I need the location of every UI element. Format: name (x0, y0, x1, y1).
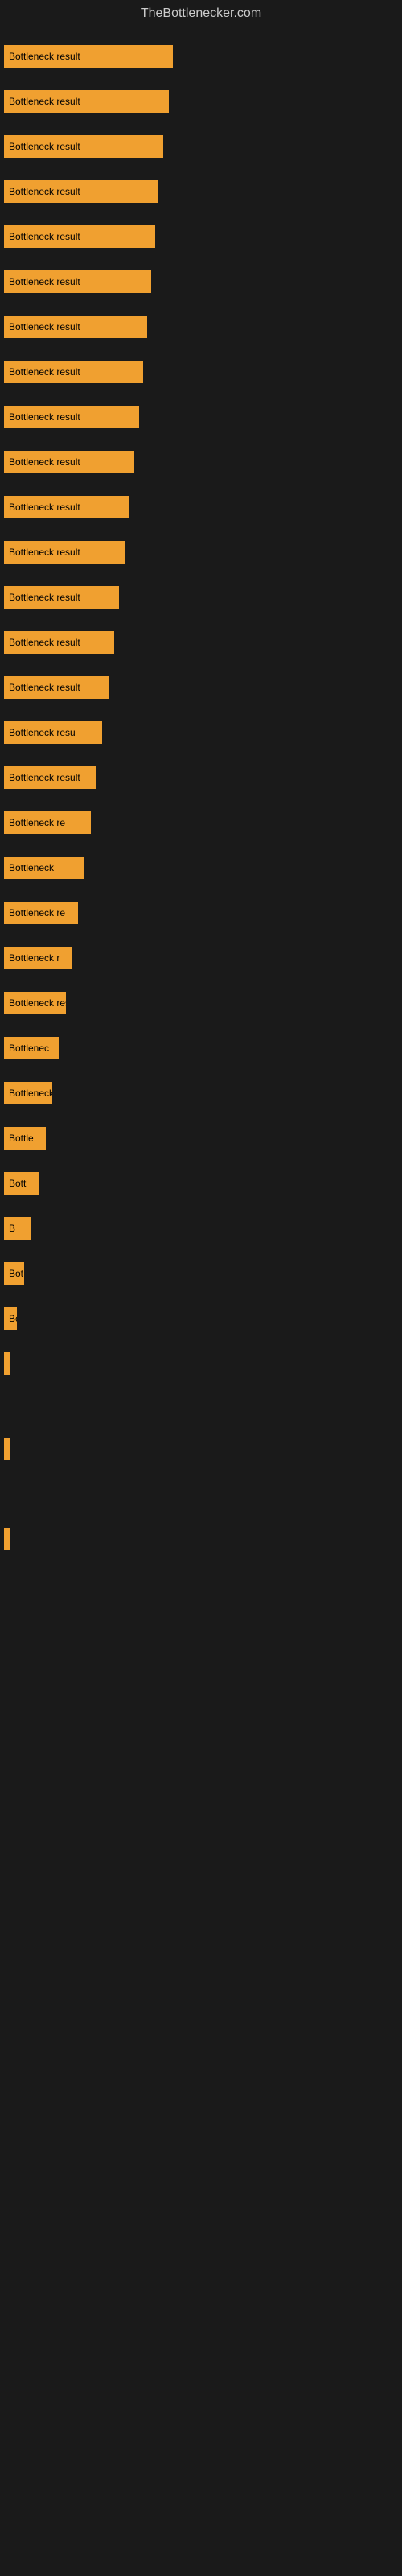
bar-row: Bottle (4, 1125, 398, 1151)
bar-label: B (9, 1223, 15, 1234)
bar-label: Bottleneck result (9, 502, 80, 513)
bar-item: Bottleneck result (4, 135, 163, 158)
bar-label: Bottleneck resu (9, 727, 76, 738)
bar-item: Bottlenec (4, 1037, 59, 1059)
bar-item: Bottleneck result (4, 496, 129, 518)
bar-label: Bottleneck result (9, 456, 80, 468)
bar-item: Bottler (4, 1307, 17, 1330)
bar-row: Bottleneck result (4, 539, 398, 565)
bar-item: Bott (4, 1172, 39, 1195)
bar-row: Bottleneck re (4, 1080, 398, 1106)
thin-bar-2 (4, 1528, 398, 1550)
bar-item: Bottleneck result (4, 676, 109, 699)
bar-item: Bottleneck result (4, 270, 151, 293)
bar-row: Bottleneck resu (4, 720, 398, 745)
bar-label: B (9, 1358, 10, 1369)
bar-row: Bottleneck r (4, 945, 398, 971)
bar-label: Bottleneck result (9, 592, 80, 603)
bar-row: Bottleneck result (4, 584, 398, 610)
bar-label: Bottlenec (9, 1042, 49, 1054)
bar-label: Bottleneck resu (9, 997, 66, 1009)
bar-item: Bottleneck (4, 857, 84, 879)
bar-label: Bottleneck result (9, 547, 80, 558)
bar-row: Bottleneck result (4, 494, 398, 520)
site-title: TheBottlenecker.com (0, 0, 402, 27)
bar-label: Bottleneck re (9, 817, 65, 828)
bar-item: Bottleneck resu (4, 992, 66, 1014)
bar-item: Bot (4, 1262, 24, 1285)
thin-bar-1 (4, 1438, 398, 1460)
bar-row: Bottleneck (4, 855, 398, 881)
bar-label: Bottleneck r (9, 952, 59, 964)
bar-row: Bottleneck result (4, 43, 398, 69)
bar-row: Bottleneck resu (4, 990, 398, 1016)
bar-row: Bottlenec (4, 1035, 398, 1061)
bar-label: Bottleneck result (9, 772, 80, 783)
bar-label: Bottleneck result (9, 276, 80, 287)
bar-label: Bottleneck result (9, 51, 80, 62)
bar-row: Bottleneck re (4, 900, 398, 926)
bar-row: Bottleneck result (4, 179, 398, 204)
bar-item: Bottleneck re (4, 902, 78, 924)
bar-item: Bottleneck result (4, 90, 169, 113)
bar-row: Bot (4, 1261, 398, 1286)
bar-row: Bottleneck result (4, 134, 398, 159)
bar-item: Bottleneck result (4, 45, 173, 68)
bar-item: Bottleneck result (4, 586, 119, 609)
bar-item: Bottleneck re (4, 811, 91, 834)
bar-row: Bottleneck result (4, 630, 398, 655)
bar-label: Bottler (9, 1313, 17, 1324)
bar-label: Bottleneck (9, 862, 54, 873)
bar-label: Bottleneck re (9, 907, 65, 919)
bar-label: Bottleneck result (9, 411, 80, 423)
bar-label: Bottleneck re (9, 1088, 52, 1099)
bar-label: Bottleneck result (9, 186, 80, 197)
bar-row: Bottleneck result (4, 89, 398, 114)
bar-label: Bottleneck result (9, 231, 80, 242)
bar-row: Bottleneck result (4, 404, 398, 430)
bar-label: Bottleneck result (9, 682, 80, 693)
bar-row: Bott (4, 1170, 398, 1196)
bar-row: Bottleneck result (4, 269, 398, 295)
bar-label: Bottleneck result (9, 366, 80, 378)
bar-row: Bottleneck result (4, 675, 398, 700)
bar-item: Bottle (4, 1127, 46, 1150)
bar-row: B (4, 1351, 398, 1377)
bar-item: Bottleneck result (4, 406, 139, 428)
bar-item: Bottleneck result (4, 766, 96, 789)
bar-item: Bottleneck result (4, 225, 155, 248)
bar-label: Bott (9, 1178, 26, 1189)
bar-label: Bottleneck result (9, 321, 80, 332)
bar-item: B (4, 1352, 10, 1375)
bar-row: Bottleneck result (4, 449, 398, 475)
bar-label: Bottleneck result (9, 141, 80, 152)
bar-item: Bottleneck result (4, 316, 147, 338)
bar-row: Bottler (4, 1306, 398, 1331)
bar-row: Bottleneck result (4, 224, 398, 250)
bar-label: Bottleneck result (9, 96, 80, 107)
bar-item: Bottleneck result (4, 541, 125, 564)
bar-item: B (4, 1217, 31, 1240)
bar-row: Bottleneck result (4, 765, 398, 791)
chart-area: Bottleneck result Bottleneck result Bottle… (0, 27, 402, 1560)
bar-row: Bottleneck re (4, 810, 398, 836)
bar-row: B (4, 1216, 398, 1241)
bar-item: Bottleneck result (4, 451, 134, 473)
bar-item: Bottleneck re (4, 1082, 52, 1104)
bar-label: Bottleneck result (9, 637, 80, 648)
bar-row: Bottleneck result (4, 359, 398, 385)
bar-item: Bottleneck result (4, 180, 158, 203)
bar-item: Bottleneck result (4, 361, 143, 383)
bar-item: Bottleneck r (4, 947, 72, 969)
bars-container: Bottleneck result Bottleneck result Bottle… (4, 35, 398, 1404)
bar-item: Bottleneck result (4, 631, 114, 654)
bar-item: Bottleneck resu (4, 721, 102, 744)
bar-label: Bottle (9, 1133, 34, 1144)
bar-label: Bot (9, 1268, 23, 1279)
bar-row: Bottleneck result (4, 314, 398, 340)
